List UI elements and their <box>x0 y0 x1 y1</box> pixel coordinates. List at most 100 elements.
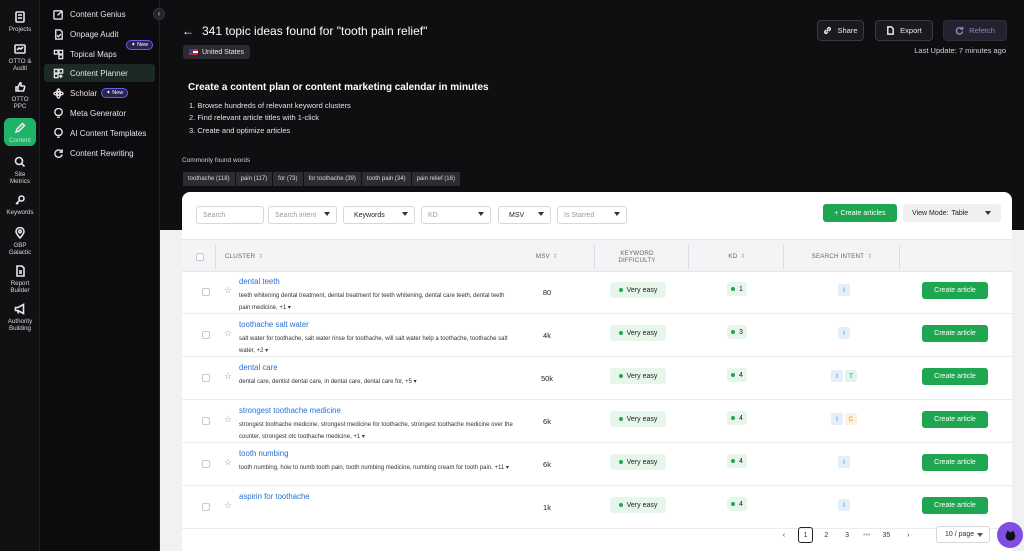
rail-site-metrics[interactable]: Site Metrics <box>2 155 38 185</box>
green-dot-icon <box>618 503 623 507</box>
row-checkbox[interactable] <box>202 417 210 425</box>
nav-content-rewriting[interactable]: Content Rewriting <box>44 144 155 162</box>
page-button[interactable]: 2 <box>818 527 834 543</box>
page-button[interactable]: 3 <box>839 527 855 543</box>
sort-icon: ⇕ <box>867 254 873 260</box>
page-ellipsis[interactable]: ••• <box>857 527 877 543</box>
star-icon[interactable]: ☆ <box>224 371 232 382</box>
star-icon[interactable]: ☆ <box>224 328 232 339</box>
nav-label: AI Content Templates <box>70 128 147 138</box>
row-checkbox[interactable] <box>202 288 210 296</box>
clusters-panel: Search Search intent Keywords KD MSV Is … <box>182 192 1012 551</box>
export-button[interactable]: Export <box>875 20 933 41</box>
prev-page-button[interactable]: ‹ <box>776 527 792 543</box>
back-arrow-icon[interactable]: ← <box>182 24 194 38</box>
nav-meta-generator[interactable]: Meta Generator <box>44 104 155 122</box>
word-chip[interactable]: for toothache (39) <box>303 172 361 186</box>
word-chip[interactable]: toothache (118) <box>183 172 235 186</box>
kd-label: KD <box>428 211 438 219</box>
collapse-sidebar-icon[interactable]: ‹ <box>153 8 165 20</box>
intent-badge: T <box>845 370 857 382</box>
kd-select[interactable]: KD <box>421 206 491 224</box>
msv-value: 50k <box>540 374 554 383</box>
us-flag-icon <box>189 49 198 55</box>
per-page-select[interactable]: 10 / page <box>936 526 990 543</box>
chevron-down-icon <box>538 212 544 216</box>
nav-content-genius[interactable]: Content Genius <box>44 5 155 23</box>
new-badge: ✦ New <box>101 88 129 98</box>
col-kd[interactable]: KD ⇕ <box>702 240 772 273</box>
page-button[interactable]: 1 <box>797 527 814 543</box>
create-article-button[interactable]: Create article <box>922 368 988 385</box>
create-article-button[interactable]: Create article <box>922 411 988 428</box>
share-button[interactable]: Share <box>817 20 864 41</box>
cluster-title-link[interactable]: strongest toothache medicine <box>239 406 341 415</box>
star-icon[interactable]: ☆ <box>224 457 232 468</box>
cluster-title-link[interactable]: aspirin for toothache <box>239 492 310 501</box>
select-all-checkbox[interactable] <box>196 240 204 273</box>
msv-label: MSV <box>509 211 525 219</box>
nav-content-planner[interactable]: Content Planner <box>44 64 155 82</box>
star-icon[interactable]: ☆ <box>224 414 232 425</box>
star-icon[interactable]: ☆ <box>224 500 232 511</box>
new-badge: ✦ New <box>126 40 154 50</box>
word-chip[interactable]: tooth pain (34) <box>361 172 411 186</box>
col-search-intent[interactable]: SEARCH INTENT ⇕ <box>787 240 897 273</box>
next-page-button[interactable]: › <box>900 527 916 543</box>
nav-ai-content-templates[interactable]: AI Content Templates <box>44 124 155 142</box>
row-checkbox[interactable] <box>202 331 210 339</box>
msv-select[interactable]: MSV <box>498 206 551 224</box>
word-chip[interactable]: for (73) <box>273 172 303 186</box>
pin-icon <box>13 226 27 240</box>
country-badge[interactable]: United States <box>183 45 251 59</box>
difficulty-label: Very easy <box>626 458 658 466</box>
table-row: ☆ aspirin for toothache 1k Very easy 4 I… <box>182 487 1012 529</box>
nav-topical-maps[interactable]: Topical Maps ✦ New <box>44 40 155 63</box>
rail-report-builder[interactable]: Report Builder <box>2 264 38 294</box>
starred-label: Is Starred <box>564 211 595 219</box>
refetch-button[interactable]: Refetch <box>943 20 1007 41</box>
create-article-button[interactable]: Create article <box>922 454 988 471</box>
search-input[interactable]: Search <box>196 206 264 224</box>
cluster-title-link[interactable]: dental teeth <box>239 277 280 286</box>
col-msv[interactable]: MSV ⇕ <box>512 240 582 273</box>
word-chip[interactable]: pain relief (16) <box>411 172 460 186</box>
view-mode-value: Table <box>951 209 969 217</box>
col-cluster[interactable]: CLUSTER ⇕ <box>225 240 264 273</box>
table-header: CLUSTER ⇕ MSV ⇕ KEYWORD DIFFICULTY KD ⇕ SEA… <box>182 239 1012 272</box>
rail-gbp-galactic[interactable]: GBP Galactic <box>2 226 38 256</box>
refresh-icon <box>955 26 964 35</box>
keywords-select[interactable]: Keywords <box>343 206 415 224</box>
create-articles-button[interactable]: + Create articles <box>823 204 897 222</box>
nav-scholar[interactable]: Scholar ✦ New <box>44 84 155 102</box>
cluster-title-link[interactable]: toothache salt water <box>239 320 309 329</box>
view-mode-select[interactable]: View Mode: Table <box>903 204 1001 222</box>
green-dot-icon <box>731 330 736 334</box>
search-intent-select[interactable]: Search intent <box>268 206 337 224</box>
row-checkbox[interactable] <box>202 374 210 382</box>
difficulty-label: Very easy <box>626 372 658 380</box>
create-article-button[interactable]: Create article <box>922 282 988 299</box>
rail-authority-building[interactable]: Authority Building <box>2 302 38 332</box>
rail-content[interactable]: Content <box>4 118 36 146</box>
page-button[interactable]: 35 <box>879 527 895 543</box>
green-dot-icon <box>618 374 623 378</box>
row-checkbox[interactable] <box>202 503 210 511</box>
kd-badge: 3 <box>727 325 747 339</box>
cluster-title-link[interactable]: dental care <box>239 363 278 372</box>
chat-assistant-icon[interactable] <box>997 522 1023 548</box>
row-checkbox[interactable] <box>202 460 210 468</box>
create-article-button[interactable]: Create article <box>922 497 988 514</box>
rail-otto-ppc[interactable]: OTTO PPC <box>2 80 38 110</box>
create-article-button[interactable]: Create article <box>922 325 988 342</box>
rail-otto-audit[interactable]: OTTO & Audit <box>2 42 38 72</box>
starred-select[interactable]: Is Starred <box>557 206 627 224</box>
rail-keywords[interactable]: Keywords <box>2 193 38 216</box>
rail-projects[interactable]: Projects <box>2 10 38 33</box>
cluster-title-link[interactable]: tooth numbing <box>239 449 288 458</box>
msv-value: 6k <box>543 460 551 469</box>
star-icon[interactable]: ☆ <box>224 285 232 296</box>
common-words-label: Commonly found words <box>182 157 251 164</box>
common-words-chips: toothache (118) pain (117) for (73) for … <box>183 172 461 186</box>
word-chip[interactable]: pain (117) <box>235 172 273 186</box>
